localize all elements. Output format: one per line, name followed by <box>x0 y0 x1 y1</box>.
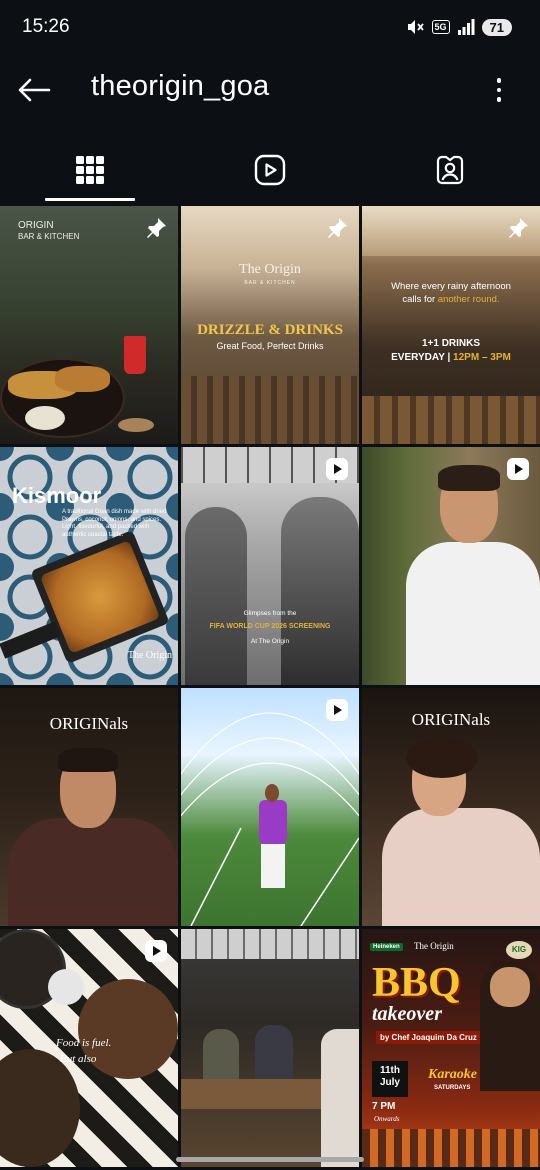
reel-icon <box>507 458 529 480</box>
mute-icon <box>407 20 424 34</box>
event-time: 7 PM <box>372 1101 396 1112</box>
sponsor-logo: KIG <box>506 941 532 959</box>
status-bar: 15:26 5G 71 <box>0 0 540 56</box>
post-line: Where every rainy afternoon <box>391 281 511 292</box>
post-title: Kismoor <box>12 483 102 508</box>
person-image <box>255 1025 293 1079</box>
person-hair <box>438 465 500 491</box>
tab-posts-grid[interactable] <box>0 140 180 200</box>
post-tile-1[interactable]: ORIGIN BAR & KITCHEN <box>0 206 178 444</box>
post-hours: EVERYDAY | 12PM – 3PM <box>391 352 511 363</box>
event-day: SATURDAYS <box>434 1085 471 1091</box>
post-line: calls for another round. <box>402 294 500 305</box>
event-name: Karaoke <box>428 1067 477 1082</box>
taco-image <box>55 366 110 392</box>
status-icons: 5G 71 <box>405 17 512 37</box>
post-logo: The Origin <box>414 941 454 951</box>
person-image <box>203 1029 239 1079</box>
post-tile-5[interactable]: Glimpses from the FIFA WORLD CUP 2026 SC… <box>181 447 359 685</box>
grill-image <box>362 1129 540 1167</box>
pin-icon <box>328 218 347 238</box>
chairs-image <box>362 396 540 444</box>
event-date: 11th July <box>372 1061 408 1097</box>
more-dot-icon <box>496 78 502 83</box>
more-dot-icon <box>496 87 502 93</box>
chef-face <box>490 967 530 1007</box>
person-image <box>281 497 359 685</box>
profile-tabs <box>0 140 540 204</box>
post-line: Glimpses from the <box>243 610 297 617</box>
post-description: A traditional Goan dish made with dried … <box>62 509 167 538</box>
post-line: Food is fuel. <box>56 1037 112 1049</box>
network-type: 5G <box>431 20 450 34</box>
pin-icon <box>509 218 528 238</box>
profile-username: theorigin_goa <box>91 70 270 102</box>
post-tile-8[interactable] <box>181 688 359 926</box>
reel-icon <box>145 940 167 962</box>
player-shirt <box>259 800 287 844</box>
chairs-image <box>181 376 359 444</box>
post-title: takeover <box>372 1003 442 1025</box>
profile-header: theorigin_goa <box>0 56 540 124</box>
post-logo: ORIGINals <box>411 710 491 729</box>
pin-icon <box>147 218 166 238</box>
back-arrow-icon <box>18 78 51 102</box>
back-button[interactable] <box>14 70 54 110</box>
post-logo: The Origin <box>239 262 301 277</box>
reel-icon <box>326 458 348 480</box>
post-line: FIFA WORLD CUP 2026 SCREENING <box>209 623 331 630</box>
player-pants <box>261 844 285 888</box>
tab-tagged[interactable] <box>360 140 540 200</box>
person-image <box>185 507 247 685</box>
grid-icon <box>76 156 104 184</box>
post-tile-9[interactable]: ORIGINals <box>362 688 540 926</box>
post-tile-3[interactable]: Where every rainy afternoon calls for an… <box>362 206 540 444</box>
post-title: BBQ <box>372 960 461 1006</box>
post-tile-10[interactable]: Food is fuel. But also <box>0 929 178 1167</box>
person-hair <box>406 738 478 778</box>
sponsor-logo: Heineken <box>370 943 403 951</box>
post-tile-2[interactable]: The Origin BAR & KITCHEN DRIZZLE & DRINK… <box>181 206 359 444</box>
post-line: At The Origin <box>250 638 290 645</box>
tagged-person-icon <box>436 155 464 185</box>
person-shirt <box>8 818 178 926</box>
person-hair <box>58 748 118 772</box>
reels-play-icon <box>254 154 286 186</box>
reel-icon <box>326 699 348 721</box>
post-tile-12[interactable]: Heineken The Origin KIG BBQ takeover by … <box>362 929 540 1167</box>
home-indicator[interactable] <box>176 1157 364 1162</box>
post-logo: ORIGIN BAR & KITCHEN <box>18 220 80 241</box>
post-tile-7[interactable]: ORIGINals <box>0 688 178 926</box>
cocktail-glass <box>124 336 146 374</box>
battery-level: 71 <box>481 18 512 36</box>
person-image <box>321 1029 359 1167</box>
coaster <box>118 418 154 432</box>
post-chef: by Chef Joaquim Da Cruz <box>376 1031 481 1044</box>
bowl-image <box>48 969 84 1005</box>
post-tile-11[interactable] <box>181 929 359 1167</box>
person-shirt <box>382 808 540 926</box>
post-logo: The Origin <box>127 650 172 661</box>
more-dot-icon <box>496 97 502 102</box>
tab-reels[interactable] <box>180 140 360 200</box>
post-line: But also <box>60 1053 97 1065</box>
post-logo: ORIGINals <box>49 714 129 733</box>
post-tile-4[interactable]: Kismoor A traditional Goan dish made wit… <box>0 447 178 685</box>
event-onwards: Onwards <box>374 1115 400 1123</box>
player-head <box>265 784 279 802</box>
person-shirt <box>406 542 540 685</box>
tab-selected-indicator <box>45 198 135 201</box>
roof-image <box>181 929 359 959</box>
post-offer: 1+1 DRINKS <box>421 338 481 349</box>
dip-bowl <box>25 406 65 430</box>
more-options-button[interactable] <box>492 72 506 108</box>
status-time: 15:26 <box>22 16 70 37</box>
post-tile-6[interactable] <box>362 447 540 685</box>
post-logo-sub: BAR & KITCHEN <box>244 280 296 286</box>
post-subline: Great Food, Perfect Drinks <box>216 341 324 351</box>
signal-icon <box>457 19 475 35</box>
post-headline: DRIZZLE & DRINKS <box>197 322 343 338</box>
